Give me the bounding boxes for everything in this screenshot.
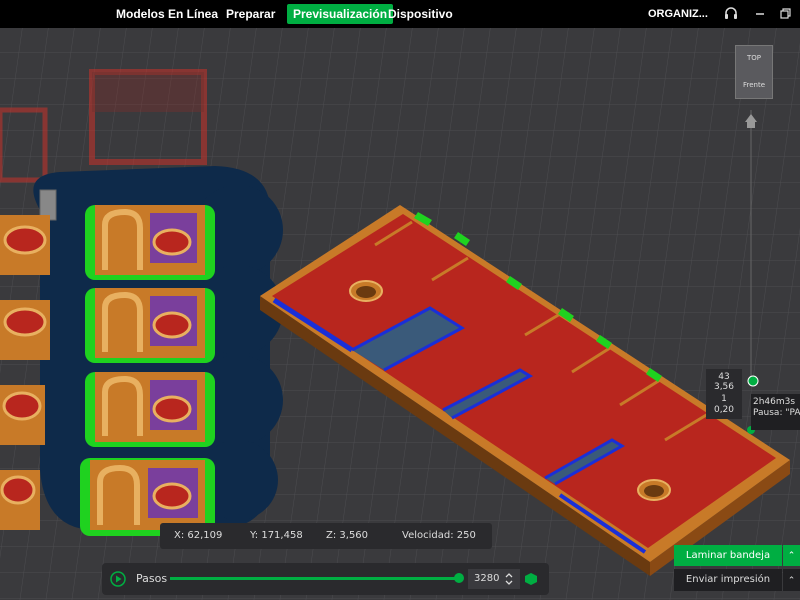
organization-label[interactable]: ORGANIZ... [648,4,708,24]
bottom-layer-number: 1 [721,394,727,404]
view-cube[interactable]: TOP Frente [735,45,773,99]
speed-readout: Velocidad: 250 [402,530,476,541]
clip-part [85,288,215,363]
steps-slider-fill [170,577,460,580]
minimize-icon[interactable] [752,6,768,22]
steps-bar: Pasos 3280 [102,563,549,595]
chevron-up-icon[interactable]: ⌃ [783,545,800,566]
steps-slider-handle[interactable] [454,573,465,583]
view-cube-front-label: Frente [742,81,766,89]
cube-icon[interactable] [524,572,538,586]
play-icon[interactable] [110,571,126,587]
steps-value-input[interactable]: 3280 [468,569,520,589]
tab-prepare[interactable]: Preparar [220,4,281,24]
tab-device[interactable]: Dispositivo [382,4,459,24]
steps-value: 3280 [474,573,500,584]
layer-time-tooltip: 2h46m3s Pausa: "PAU [751,394,800,430]
steps-label: Pasos [136,572,168,585]
clip-part [85,372,215,447]
coord-y: Y: 171,458 [250,530,303,541]
send-print-button[interactable]: Enviar impresión [674,569,782,591]
stepper-arrows-icon[interactable] [504,572,514,586]
view-cube-top-label: TOP [746,54,761,62]
pause-label: Pausa: "PAU [753,408,800,418]
tab-online-models[interactable]: Modelos En Línea [110,4,224,24]
3d-viewport[interactable] [0,28,800,600]
layer-slider-top-handle[interactable] [747,375,759,387]
top-bar: Modelos En Línea Preparar Previsualizaci… [0,0,800,28]
chevron-up-icon[interactable]: ⌃ [783,569,800,591]
clip-part [85,205,215,280]
bottom-layer-height: 0,20 [713,405,735,415]
top-layer-number: 43 [718,372,730,382]
coord-x: X: 62,109 [174,530,223,541]
coordinates-bar: X: 62,109 Y: 171,458 Z: 3,560 Velocidad:… [160,523,492,549]
steps-slider[interactable] [170,573,465,583]
restore-icon[interactable] [777,6,793,22]
layer-info-box: 43 3,56 1 0,20 [706,369,742,419]
top-layer-height: 3,56 [713,382,735,392]
slice-plate-button[interactable]: Laminar bandeja [674,545,782,566]
print-time: 2h46m3s [753,397,796,407]
coord-z: Z: 3,560 [326,530,369,541]
tab-preview[interactable]: Previsualización [287,4,394,24]
headset-icon[interactable] [723,6,739,22]
